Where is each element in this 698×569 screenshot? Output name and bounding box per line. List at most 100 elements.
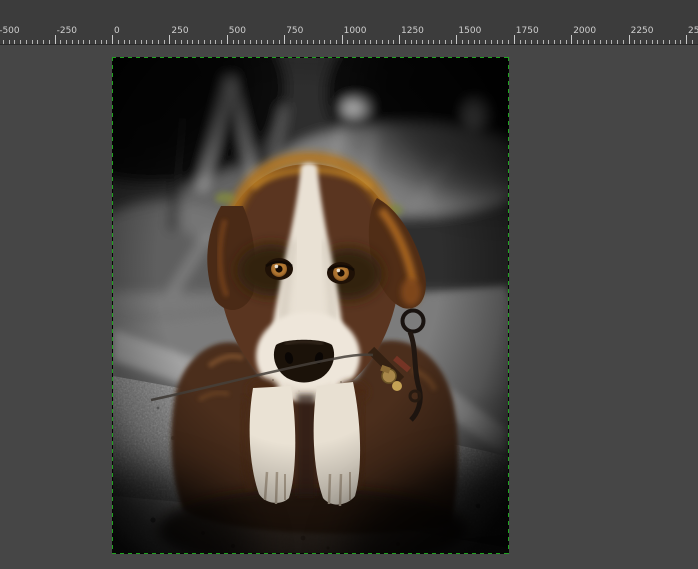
ruler-tick [651, 40, 653, 44]
ruler-tick [341, 35, 343, 44]
ruler-tick [674, 40, 676, 44]
vignette [113, 58, 508, 553]
ruler-tick [364, 40, 366, 44]
ruler-tick [106, 40, 108, 44]
ruler-tick [410, 40, 412, 44]
ruler-tick [209, 40, 211, 44]
ruler-tick [66, 40, 68, 44]
ruler-tick [112, 35, 113, 44]
ruler-tick [157, 40, 159, 44]
ruler-label: 500 [228, 26, 246, 36]
ruler-tick [203, 40, 205, 44]
ruler-tick [404, 40, 406, 44]
ruler-tick [335, 40, 337, 44]
ruler-tick [48, 40, 50, 44]
ruler-tick [123, 40, 125, 44]
ruler-label: 2500 [688, 26, 698, 36]
ruler-label: 750 [286, 26, 304, 36]
ruler-tick [513, 35, 515, 44]
ruler-tick [347, 40, 349, 44]
ruler-tick [272, 40, 274, 44]
ruler-tick [508, 40, 510, 44]
ruler-tick [186, 40, 188, 44]
ruler-tick [668, 40, 670, 44]
ruler-tick [450, 40, 452, 44]
ruler-tick [135, 40, 136, 44]
image-editor-window: -500 -250 0 250 500 750 1000 1250 1500 1750 2000 22… [0, 0, 698, 569]
window-top-spacer [0, 0, 698, 25]
layer-boundary-right [508, 57, 509, 554]
ruler-tick [307, 40, 309, 44]
ruler-tick [571, 35, 573, 44]
ruler-tick [628, 35, 630, 44]
ruler-tick [525, 40, 527, 44]
ruler-tick [267, 40, 268, 44]
ruler-tick [588, 40, 590, 44]
ruler-tick [192, 40, 194, 44]
ruler-tick [599, 40, 601, 44]
ruler-tick [358, 40, 360, 44]
ruler-tick [536, 40, 538, 44]
ruler-tick [60, 40, 62, 44]
ruler-label: -250 [56, 26, 78, 36]
ruler-tick [232, 40, 234, 44]
ruler-tick [393, 40, 395, 44]
ruler-tick [645, 40, 647, 44]
ruler-tick [43, 40, 45, 44]
image-layer[interactable] [112, 57, 509, 554]
ruler-tick [422, 40, 423, 44]
ruler-tick [542, 40, 544, 44]
ruler-tick [479, 40, 481, 44]
ruler-tick [255, 40, 257, 44]
ruler-tick [318, 40, 320, 44]
ruler-tick [244, 40, 245, 44]
photo-border-collie-puppy[interactable] [113, 58, 508, 553]
ruler-tick [634, 40, 636, 44]
ruler-tick [416, 40, 418, 44]
horizontal-ruler[interactable]: -500 -250 0 250 500 750 1000 1250 1500 1750 2000 22… [0, 25, 698, 45]
ruler-tick [289, 40, 291, 44]
ruler-tick [215, 40, 217, 44]
ruler-tick [686, 35, 687, 44]
ruler-label: 1250 [401, 26, 424, 36]
ruler-tick [502, 40, 504, 44]
ruler-tick [324, 40, 326, 44]
ruler-tick [444, 40, 446, 44]
ruler-tick [284, 35, 286, 44]
ruler-tick [94, 40, 96, 44]
ruler-tick [680, 40, 682, 44]
layer-boundary-bottom [112, 553, 509, 554]
ruler-tick [387, 40, 389, 44]
ruler-label: -500 [0, 26, 20, 36]
ruler-tick [278, 40, 280, 44]
ruler-tick [399, 35, 400, 44]
ruler-tick [77, 40, 79, 44]
ruler-tick [548, 40, 550, 44]
ruler-tick [169, 35, 171, 44]
ruler-tick [226, 35, 228, 44]
ruler-label: 1000 [343, 26, 367, 36]
ruler-label: 2250 [630, 26, 654, 36]
ruler-tick [117, 40, 119, 44]
ruler-tick [519, 40, 521, 44]
ruler-tick [261, 40, 263, 44]
ruler-tick [427, 40, 429, 44]
ruler-label: 0 [114, 26, 120, 36]
ruler-tick [433, 40, 435, 44]
ruler-tick [605, 40, 607, 44]
ruler-tick [594, 40, 596, 44]
ruler-tick [20, 40, 22, 44]
ruler-tick [490, 40, 492, 44]
ruler-tick [376, 40, 377, 44]
ruler-tick [198, 40, 200, 44]
ruler-tick [622, 40, 624, 44]
ruler-tick [617, 40, 619, 44]
ruler-tick [238, 40, 240, 44]
ruler-tick [330, 40, 332, 44]
ruler-tick [295, 40, 297, 44]
ruler-tick [152, 40, 154, 44]
canvas-background[interactable] [0, 45, 698, 569]
ruler-tick [37, 40, 39, 44]
ruler-tick [370, 40, 372, 44]
ruler-tick [180, 40, 182, 44]
